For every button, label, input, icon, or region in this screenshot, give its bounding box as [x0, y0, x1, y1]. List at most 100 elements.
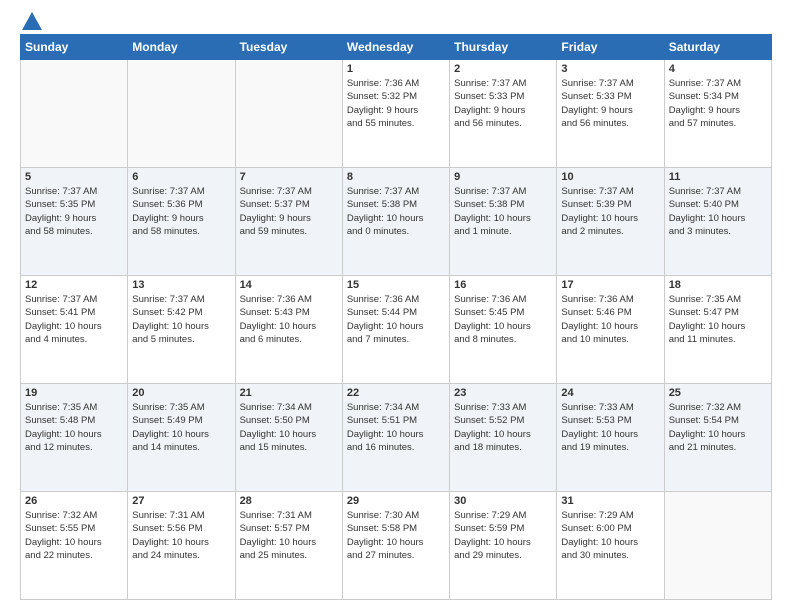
day-number: 7 — [240, 171, 338, 183]
day-number: 6 — [132, 171, 230, 183]
calendar-day-18: 18 Sunrise: 7:35 AM Sunset: 5:47 PM Dayli… — [664, 276, 771, 384]
weekday-header-wednesday: Wednesday — [342, 35, 449, 60]
day-info: Sunrise: 7:36 AM Sunset: 5:46 PM Dayligh… — [561, 293, 659, 346]
day-number: 21 — [240, 387, 338, 399]
day-info: Sunrise: 7:37 AM Sunset: 5:41 PM Dayligh… — [25, 293, 123, 346]
weekday-header-thursday: Thursday — [450, 35, 557, 60]
day-number: 4 — [669, 63, 767, 75]
day-number: 19 — [25, 387, 123, 399]
calendar-day-9: 9 Sunrise: 7:37 AM Sunset: 5:38 PM Daylig… — [450, 168, 557, 276]
calendar-empty — [21, 60, 128, 168]
day-info: Sunrise: 7:37 AM Sunset: 5:38 PM Dayligh… — [454, 185, 552, 238]
calendar-week-row: 19 Sunrise: 7:35 AM Sunset: 5:48 PM Dayli… — [21, 384, 772, 492]
day-number: 10 — [561, 171, 659, 183]
day-number: 23 — [454, 387, 552, 399]
day-number: 8 — [347, 171, 445, 183]
day-info: Sunrise: 7:29 AM Sunset: 6:00 PM Dayligh… — [561, 509, 659, 562]
day-number: 14 — [240, 279, 338, 291]
day-number: 11 — [669, 171, 767, 183]
calendar-week-row: 5 Sunrise: 7:37 AM Sunset: 5:35 PM Daylig… — [21, 168, 772, 276]
day-info: Sunrise: 7:32 AM Sunset: 5:55 PM Dayligh… — [25, 509, 123, 562]
day-number: 15 — [347, 279, 445, 291]
calendar-day-11: 11 Sunrise: 7:37 AM Sunset: 5:40 PM Dayli… — [664, 168, 771, 276]
day-info: Sunrise: 7:35 AM Sunset: 5:47 PM Dayligh… — [669, 293, 767, 346]
day-info: Sunrise: 7:33 AM Sunset: 5:53 PM Dayligh… — [561, 401, 659, 454]
day-number: 31 — [561, 495, 659, 507]
day-info: Sunrise: 7:37 AM Sunset: 5:36 PM Dayligh… — [132, 185, 230, 238]
calendar-day-24: 24 Sunrise: 7:33 AM Sunset: 5:53 PM Dayli… — [557, 384, 664, 492]
weekday-header-friday: Friday — [557, 35, 664, 60]
day-info: Sunrise: 7:37 AM Sunset: 5:40 PM Dayligh… — [669, 185, 767, 238]
calendar: SundayMondayTuesdayWednesdayThursdayFrid… — [20, 34, 772, 600]
weekday-header-monday: Monday — [128, 35, 235, 60]
day-number: 20 — [132, 387, 230, 399]
calendar-day-21: 21 Sunrise: 7:34 AM Sunset: 5:50 PM Dayli… — [235, 384, 342, 492]
page: SundayMondayTuesdayWednesdayThursdayFrid… — [0, 0, 792, 612]
day-number: 5 — [25, 171, 123, 183]
day-number: 9 — [454, 171, 552, 183]
weekday-header-sunday: Sunday — [21, 35, 128, 60]
day-number: 30 — [454, 495, 552, 507]
calendar-day-12: 12 Sunrise: 7:37 AM Sunset: 5:41 PM Dayli… — [21, 276, 128, 384]
day-info: Sunrise: 7:32 AM Sunset: 5:54 PM Dayligh… — [669, 401, 767, 454]
day-info: Sunrise: 7:34 AM Sunset: 5:51 PM Dayligh… — [347, 401, 445, 454]
calendar-day-17: 17 Sunrise: 7:36 AM Sunset: 5:46 PM Dayli… — [557, 276, 664, 384]
day-info: Sunrise: 7:35 AM Sunset: 5:48 PM Dayligh… — [25, 401, 123, 454]
day-number: 18 — [669, 279, 767, 291]
day-info: Sunrise: 7:37 AM Sunset: 5:37 PM Dayligh… — [240, 185, 338, 238]
calendar-day-10: 10 Sunrise: 7:37 AM Sunset: 5:39 PM Dayli… — [557, 168, 664, 276]
calendar-day-1: 1 Sunrise: 7:36 AM Sunset: 5:32 PM Daylig… — [342, 60, 449, 168]
day-info: Sunrise: 7:36 AM Sunset: 5:32 PM Dayligh… — [347, 77, 445, 130]
day-number: 1 — [347, 63, 445, 75]
calendar-day-27: 27 Sunrise: 7:31 AM Sunset: 5:56 PM Dayli… — [128, 492, 235, 600]
calendar-day-8: 8 Sunrise: 7:37 AM Sunset: 5:38 PM Daylig… — [342, 168, 449, 276]
calendar-day-19: 19 Sunrise: 7:35 AM Sunset: 5:48 PM Dayli… — [21, 384, 128, 492]
calendar-day-6: 6 Sunrise: 7:37 AM Sunset: 5:36 PM Daylig… — [128, 168, 235, 276]
calendar-day-20: 20Sunrise: 7:35 AM Sunset: 5:49 PM Dayli… — [128, 384, 235, 492]
calendar-week-row: 26 Sunrise: 7:32 AM Sunset: 5:55 PM Dayli… — [21, 492, 772, 600]
calendar-day-26: 26 Sunrise: 7:32 AM Sunset: 5:55 PM Dayli… — [21, 492, 128, 600]
day-number: 25 — [669, 387, 767, 399]
calendar-day-16: 16 Sunrise: 7:36 AM Sunset: 5:45 PM Dayli… — [450, 276, 557, 384]
weekday-header-saturday: Saturday — [664, 35, 771, 60]
day-number: 28 — [240, 495, 338, 507]
calendar-header-row: SundayMondayTuesdayWednesdayThursdayFrid… — [21, 35, 772, 60]
calendar-day-2: 2Sunrise: 7:37 AM Sunset: 5:33 PM Daylig… — [450, 60, 557, 168]
logo — [20, 20, 42, 26]
day-info: Sunrise: 7:37 AM Sunset: 5:42 PM Dayligh… — [132, 293, 230, 346]
calendar-day-31: 31 Sunrise: 7:29 AM Sunset: 6:00 PM Dayli… — [557, 492, 664, 600]
day-number: 16 — [454, 279, 552, 291]
day-number: 27 — [132, 495, 230, 507]
logo-icon — [22, 12, 42, 30]
day-number: 3 — [561, 63, 659, 75]
calendar-week-row: 12 Sunrise: 7:37 AM Sunset: 5:41 PM Dayli… — [21, 276, 772, 384]
day-info: Sunrise: 7:31 AM Sunset: 5:56 PM Dayligh… — [132, 509, 230, 562]
day-number: 29 — [347, 495, 445, 507]
day-info: Sunrise: 7:37 AM Sunset: 5:33 PM Dayligh… — [561, 77, 659, 130]
day-number: 24 — [561, 387, 659, 399]
day-info: Sunrise: 7:37 AM Sunset: 5:38 PM Dayligh… — [347, 185, 445, 238]
day-info: Sunrise: 7:37 AM Sunset: 5:35 PM Dayligh… — [25, 185, 123, 238]
calendar-day-14: 14 Sunrise: 7:36 AM Sunset: 5:43 PM Dayli… — [235, 276, 342, 384]
calendar-day-29: 29 Sunrise: 7:30 AM Sunset: 5:58 PM Dayli… — [342, 492, 449, 600]
day-info: Sunrise: 7:33 AM Sunset: 5:52 PM Dayligh… — [454, 401, 552, 454]
day-info: Sunrise: 7:34 AM Sunset: 5:50 PM Dayligh… — [240, 401, 338, 454]
calendar-week-row: 1 Sunrise: 7:36 AM Sunset: 5:32 PM Daylig… — [21, 60, 772, 168]
calendar-day-13: 13Sunrise: 7:37 AM Sunset: 5:42 PM Dayli… — [128, 276, 235, 384]
calendar-day-5: 5 Sunrise: 7:37 AM Sunset: 5:35 PM Daylig… — [21, 168, 128, 276]
day-info: Sunrise: 7:37 AM Sunset: 5:39 PM Dayligh… — [561, 185, 659, 238]
day-info: Sunrise: 7:29 AM Sunset: 5:59 PM Dayligh… — [454, 509, 552, 562]
calendar-empty — [664, 492, 771, 600]
day-number: 26 — [25, 495, 123, 507]
day-number: 12 — [25, 279, 123, 291]
day-info: Sunrise: 7:30 AM Sunset: 5:58 PM Dayligh… — [347, 509, 445, 562]
day-info: Sunrise: 7:37 AM Sunset: 5:34 PM Dayligh… — [669, 77, 767, 130]
calendar-day-28: 28Sunrise: 7:31 AM Sunset: 5:57 PM Dayli… — [235, 492, 342, 600]
weekday-header-tuesday: Tuesday — [235, 35, 342, 60]
calendar-day-3: 3 Sunrise: 7:37 AM Sunset: 5:33 PM Daylig… — [557, 60, 664, 168]
day-info: Sunrise: 7:36 AM Sunset: 5:45 PM Dayligh… — [454, 293, 552, 346]
day-info: Sunrise: 7:37 AM Sunset: 5:33 PM Dayligh… — [454, 77, 552, 130]
day-number: 17 — [561, 279, 659, 291]
calendar-empty — [128, 60, 235, 168]
day-info: Sunrise: 7:36 AM Sunset: 5:43 PM Dayligh… — [240, 293, 338, 346]
